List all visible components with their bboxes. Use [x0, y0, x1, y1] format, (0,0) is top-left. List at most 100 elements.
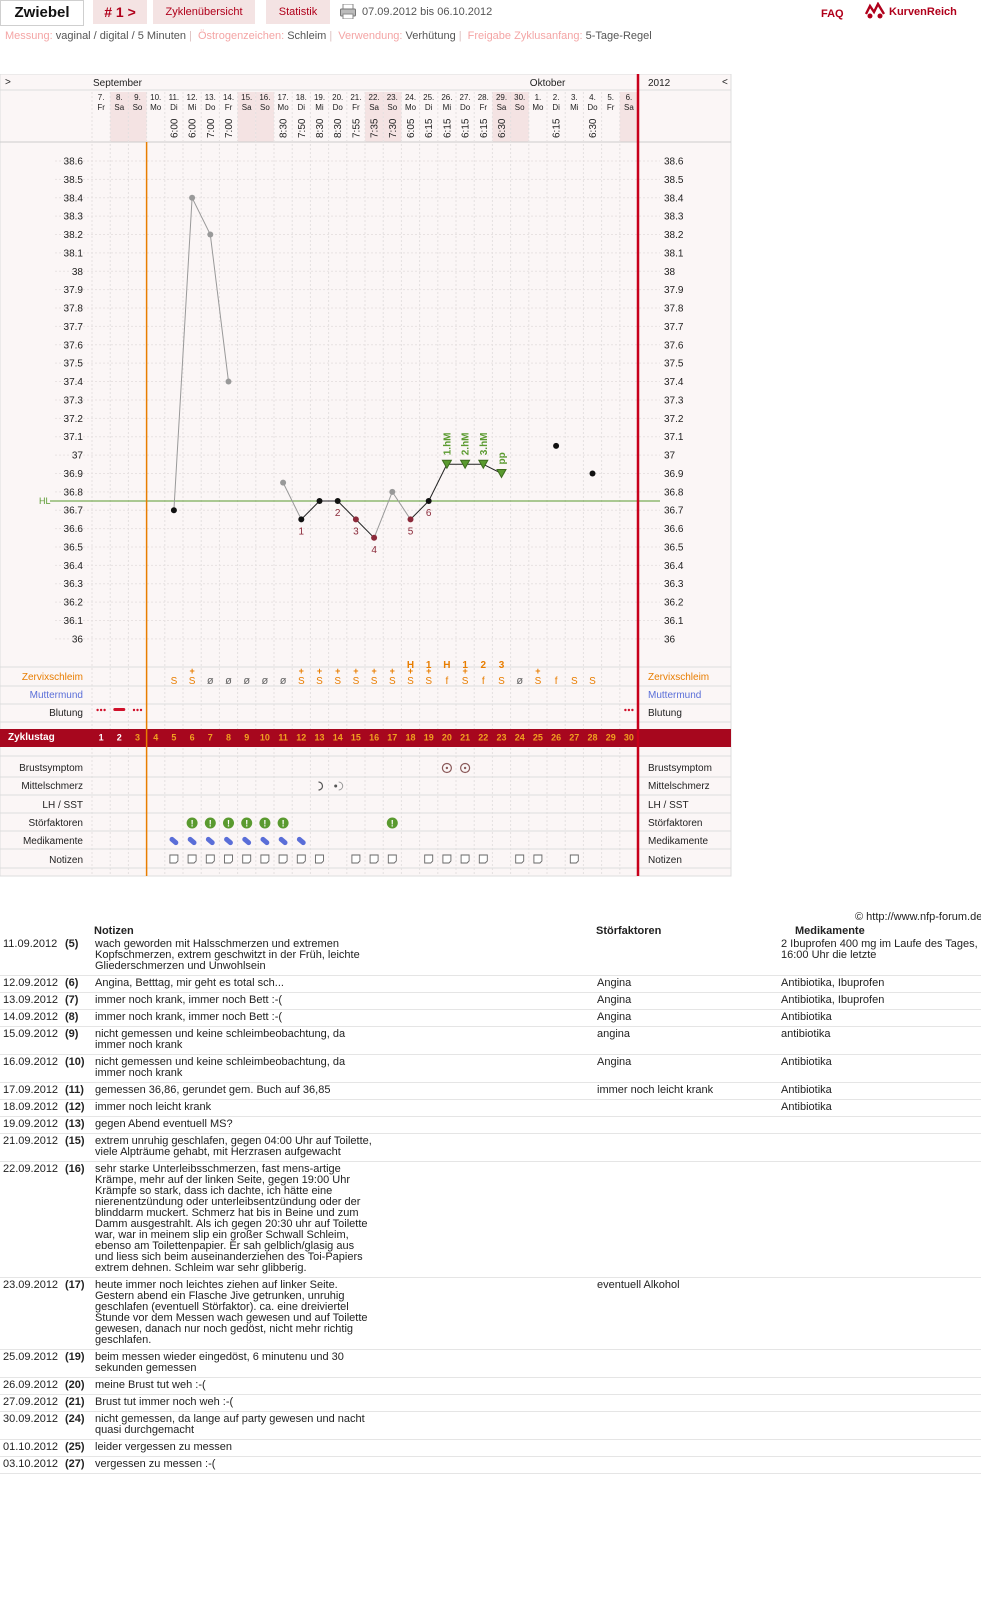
cycle-day-number: 3 — [135, 733, 140, 743]
bleeding-dot — [136, 708, 139, 712]
tab-statistics[interactable]: Statistik — [266, 0, 330, 24]
row-label-breast: Brustsymptom — [19, 763, 83, 774]
note-text: immer noch krank, immer noch Bett :-( — [92, 992, 594, 1010]
note-text-content: meine Brust tut weh :-( — [95, 1379, 206, 1391]
temp-point — [170, 507, 177, 514]
y-tick-label-left: 38 — [72, 267, 84, 278]
mucus-plus-mark: + — [353, 666, 358, 676]
note-cycle-day: (13) — [62, 1116, 92, 1134]
measurement-time: 6:05 — [406, 118, 417, 138]
note-cycle-day: (8) — [62, 1009, 92, 1027]
note-date: 30.09.2012 — [0, 1411, 62, 1440]
row-label-disturbance: Störfaktoren — [29, 818, 83, 829]
day-number: 8. — [116, 93, 123, 102]
note-date: 11.09.2012 — [0, 937, 62, 976]
y-tick-label-right: 36.6 — [664, 524, 684, 535]
tab-cycle-overview[interactable]: Zyklenübersicht — [153, 0, 255, 24]
mucus-symbol-s-plus: S — [189, 676, 196, 687]
table-row: 18.09.2012 (12) immer noch leicht krank Ant… — [0, 1099, 981, 1117]
y-tick-label-left: 36.4 — [64, 561, 84, 572]
weekday-label: Di — [425, 103, 433, 112]
y-tick-label-left: 36.3 — [64, 579, 84, 590]
note-cycle-day: (7) — [62, 992, 92, 1010]
y-tick-label-left: 37.1 — [64, 432, 84, 443]
measurement-time: 7:00 — [224, 118, 235, 138]
cycle-nav-button[interactable]: # 1 > — [93, 0, 147, 24]
table-row: 21.09.2012 (15) extrem unruhig geschlafen,… — [0, 1133, 981, 1162]
faq-link[interactable]: FAQ — [821, 2, 844, 26]
low-temp-number: 6 — [426, 508, 432, 519]
source-credit: © http://www.nfp-forum.de — [855, 911, 981, 923]
note-icon — [369, 854, 379, 864]
mucus-symbol-s-plus: S — [371, 676, 378, 687]
y-tick-label-right: 37.7 — [664, 322, 684, 333]
table-row: 14.09.2012 (8) immer noch krank, immer noc… — [0, 1009, 981, 1027]
mucus-symbol-s-plus: S — [462, 676, 469, 687]
day-number: 27. — [460, 93, 471, 102]
note-disturbance — [594, 1439, 778, 1457]
note-text: leider vergessen zu messen — [92, 1439, 594, 1457]
top-bar: Zwiebel # 1 > Zyklenübersicht Statistik … — [0, 0, 981, 26]
note-medication: Antibiotika, Ibuprofen — [778, 975, 981, 993]
logo[interactable]: KurvenReich — [864, 1, 980, 22]
measurement-time: 6:15 — [479, 118, 490, 138]
weekday-label: So — [387, 103, 397, 112]
row-label-notes-right: Notizen — [648, 855, 682, 866]
mucus-symbol: S — [498, 676, 505, 687]
y-tick-label-right: 38.6 — [664, 157, 684, 168]
note-cycle-day: (10) — [62, 1054, 92, 1083]
note-medication — [778, 1456, 981, 1474]
note-disturbance: Angina — [594, 1009, 778, 1027]
weekday-label: Sa — [242, 103, 252, 112]
note-text-content: vergessen zu messen :-( — [95, 1458, 216, 1470]
y-tick-label-left: 37.4 — [64, 377, 84, 388]
meta-separator: | — [329, 30, 333, 42]
note-medication: Antibiotika — [778, 1009, 981, 1027]
disturbance-icon-mark: ! — [263, 819, 266, 829]
month-label: September — [93, 78, 143, 89]
day-number: 23. — [387, 93, 398, 102]
table-row: 22.09.2012 (16) sehr starke Unterleibsschm… — [0, 1161, 981, 1278]
note-medication — [778, 1394, 981, 1412]
note-disturbance — [594, 1099, 778, 1117]
y-tick-label-right: 37.3 — [664, 395, 684, 406]
table-row: 11.09.2012 (5) wach geworden mit Halsschme… — [0, 937, 981, 976]
day-number: 14. — [223, 93, 234, 102]
measurement-time: 6:15 — [442, 118, 453, 138]
measurement-time: 7:55 — [351, 118, 362, 138]
note-medication — [778, 1377, 981, 1395]
row-label-notes: Notizen — [49, 855, 83, 866]
note-disturbance — [594, 1116, 778, 1134]
print-icon[interactable] — [340, 3, 356, 20]
note-icon — [187, 854, 197, 864]
disturbance-icon-mark: ! — [209, 819, 212, 829]
mucus-plus-mark: + — [189, 666, 194, 676]
y-tick-label-right: 36.1 — [664, 616, 684, 627]
note-date: 23.09.2012 — [0, 1277, 62, 1350]
note-text-content: immer noch leicht krank — [95, 1101, 212, 1113]
y-tick-label-left: 37.2 — [64, 414, 84, 425]
row-label-medication: Medikamente — [23, 836, 83, 847]
table-row: 27.09.2012 (21) Brust tut immer noch weh :… — [0, 1394, 981, 1412]
meta-value: Schleim — [287, 30, 327, 42]
table-row: 03.10.2012 (27) vergessen zu messen :-( — [0, 1456, 981, 1474]
note-cycle-day: (27) — [62, 1456, 92, 1474]
weekday-label: Sa — [369, 103, 379, 112]
settings-line: Messung: vaginal / digital / 5 Minuten | … — [5, 30, 652, 42]
cycle-day-number: 21 — [460, 733, 470, 743]
note-text: immer noch krank, immer noch Bett :-( — [92, 1009, 594, 1027]
table-row: 19.09.2012 (13) gegen Abend eventuell MS? — [0, 1116, 981, 1134]
measurement-time: 8:30 — [315, 118, 326, 138]
weekday-label: So — [133, 103, 143, 112]
y-tick-label-left: 38.3 — [64, 212, 84, 223]
meta-value: 5-Tage-Regel — [585, 30, 652, 42]
temp-point — [334, 498, 341, 505]
note-text-content: nicht gemessen, da lange auf party gewes… — [95, 1413, 365, 1436]
disturbance-icon-mark: ! — [227, 819, 230, 829]
mucus-symbol-s-plus: S — [353, 676, 360, 687]
mucus-symbol-s-plus: S — [407, 676, 414, 687]
note-text-content: nicht gemessen und keine schleimbeobacht… — [95, 1028, 346, 1051]
note-text-content: leider vergessen zu messen — [95, 1441, 232, 1453]
row-label-bleeding-right: Blutung — [648, 708, 682, 719]
row-label-midpain: Mittelschmerz — [21, 781, 83, 792]
